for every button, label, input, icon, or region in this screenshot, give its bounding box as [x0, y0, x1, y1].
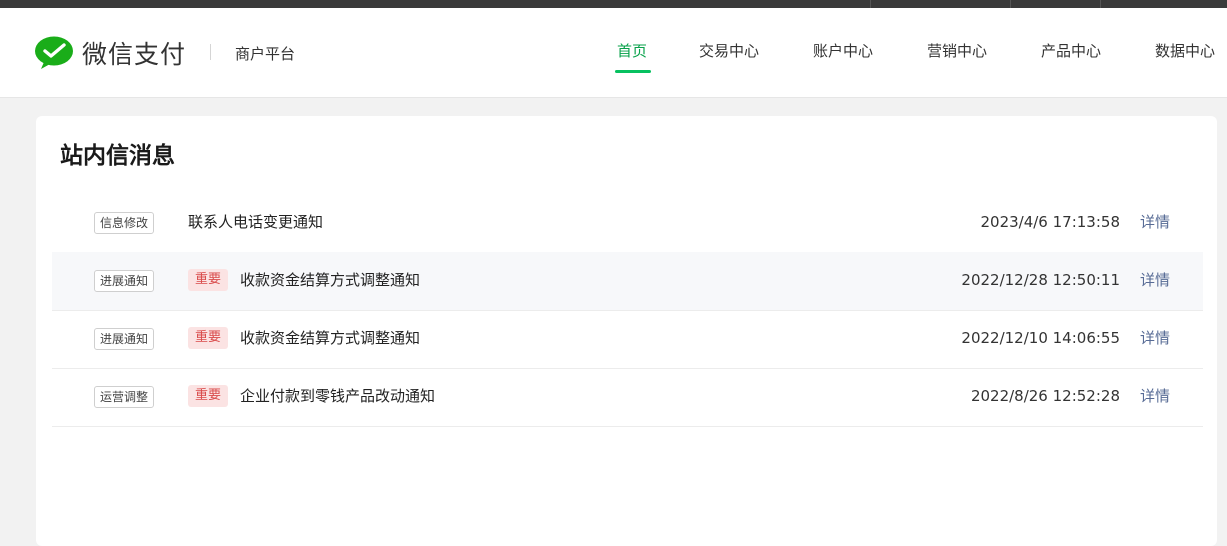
message-time: 2023/4/6 17:13:58 — [980, 213, 1120, 231]
message-category-tag: 信息修改 — [94, 212, 155, 234]
message-category-tag: 进展通知 — [94, 270, 155, 292]
detail-link[interactable]: 详情 — [1140, 327, 1170, 349]
strip-separator — [1100, 0, 1101, 8]
message-row[interactable]: 进展通知 重要 收款资金结算方式调整通知 2022/12/10 14:06:55… — [52, 310, 1203, 369]
nav-data[interactable]: 数据中心 — [1155, 40, 1215, 61]
strip-separator — [1010, 0, 1011, 8]
platform-name: 商户平台 — [235, 45, 296, 63]
message-card: 站内信消息 信息修改 联系人电话变更通知 2023/4/6 17:13:58 详… — [36, 116, 1217, 546]
message-category-tag: 进展通知 — [94, 328, 155, 350]
message-title[interactable]: 收款资金结算方式调整通知 — [240, 269, 420, 291]
message-row[interactable]: 进展通知 重要 收款资金结算方式调整通知 2022/12/28 12:50:11… — [52, 252, 1203, 311]
message-title[interactable]: 企业付款到零钱产品改动通知 — [240, 385, 435, 407]
page-title: 站内信消息 — [60, 143, 175, 169]
brand-name: 微信支付 — [82, 40, 187, 69]
active-nav-indicator — [615, 70, 651, 73]
message-time: 2022/12/10 14:06:55 — [961, 329, 1120, 347]
nav-account[interactable]: 账户中心 — [813, 40, 873, 61]
nav-home[interactable]: 首页 — [617, 40, 647, 61]
nav-transactions[interactable]: 交易中心 — [699, 40, 759, 61]
message-title[interactable]: 联系人电话变更通知 — [188, 211, 323, 233]
strip-separator — [870, 0, 871, 8]
header-divider — [210, 44, 211, 60]
top-header: 微信支付 商户平台 首页 交易中心 账户中心 营销中心 产品中心 数据中心 — [0, 8, 1227, 98]
browser-top-strip — [0, 0, 1227, 8]
important-badge: 重要 — [188, 269, 229, 291]
message-time: 2022/8/26 12:52:28 — [970, 387, 1120, 405]
message-time: 2022/12/28 12:50:11 — [961, 271, 1120, 289]
important-badge: 重要 — [188, 327, 229, 349]
nav-marketing[interactable]: 营销中心 — [927, 40, 987, 61]
message-row[interactable]: 信息修改 联系人电话变更通知 2023/4/6 17:13:58 详情 — [52, 194, 1203, 253]
message-category-tag: 运营调整 — [94, 386, 155, 408]
detail-link[interactable]: 详情 — [1140, 211, 1170, 233]
important-badge: 重要 — [188, 385, 229, 407]
nav-products[interactable]: 产品中心 — [1041, 40, 1101, 61]
brand-logo[interactable]: 微信支付 — [34, 35, 186, 71]
detail-link[interactable]: 详情 — [1140, 385, 1170, 407]
message-title[interactable]: 收款资金结算方式调整通知 — [240, 327, 420, 349]
detail-link[interactable]: 详情 — [1140, 269, 1170, 291]
wechat-pay-icon — [35, 36, 73, 69]
message-row[interactable]: 运营调整 重要 企业付款到零钱产品改动通知 2022/8/26 12:52:28… — [52, 368, 1203, 427]
